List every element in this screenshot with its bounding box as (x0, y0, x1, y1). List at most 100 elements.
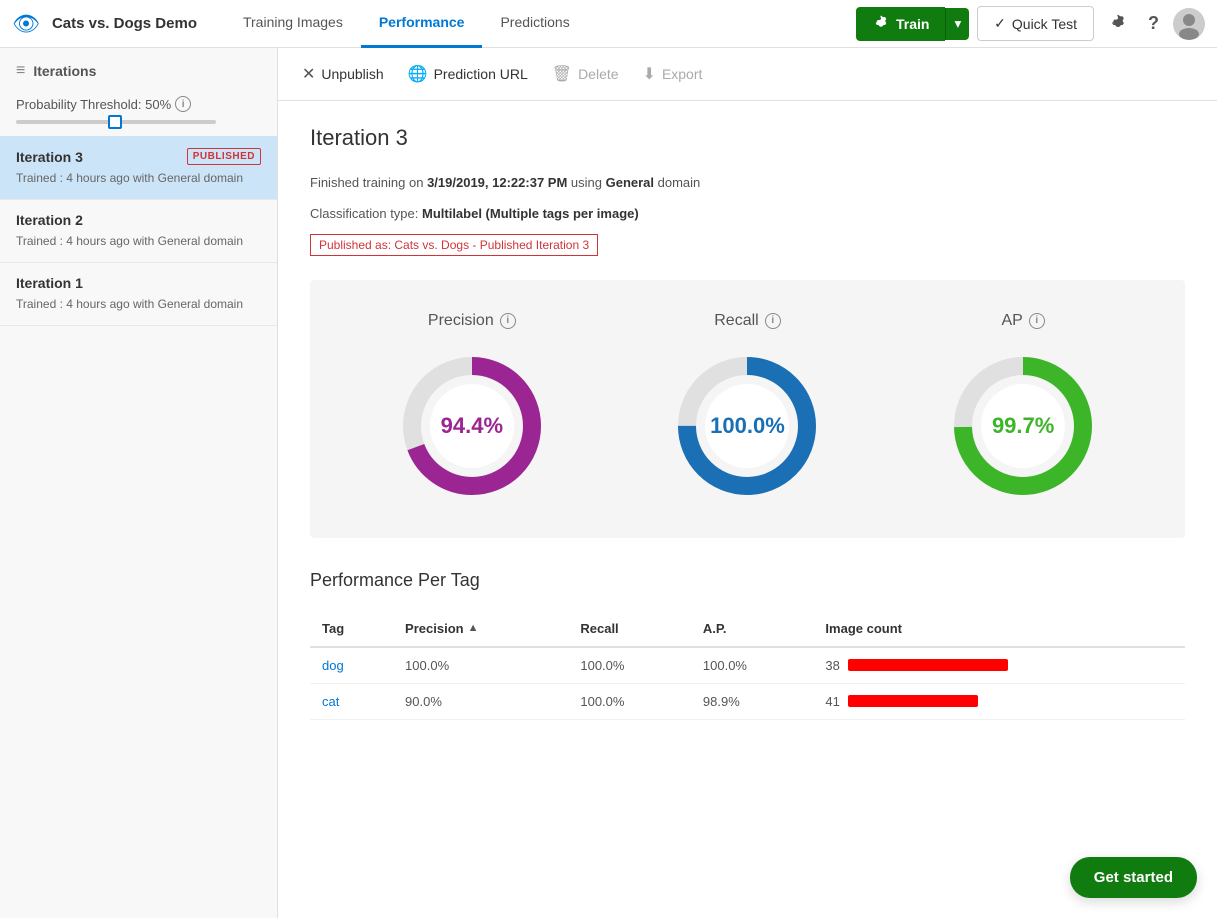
recall-info-icon[interactable]: i (765, 313, 781, 329)
tag-cell: cat (310, 683, 393, 719)
content-toolbar: ✕ Unpublish 🌐 Prediction URL 🗑 Delete ⬇ … (278, 48, 1217, 101)
precision-donut: 94.4% (392, 346, 552, 506)
col-tag: Tag (310, 611, 393, 647)
settings-button[interactable] (1102, 8, 1134, 40)
quick-test-button[interactable]: ✓ Quick Test (977, 6, 1094, 41)
probability-label: Probability Threshold: 50% i (16, 96, 261, 112)
prediction-url-button[interactable]: 🌐 Prediction URL (408, 60, 528, 88)
precision-value: 94.4% (441, 413, 503, 439)
iteration-1-info: Trained : 4 hours ago with General domai… (16, 295, 261, 313)
col-ap: A.P. (691, 611, 814, 647)
help-button[interactable]: ? (1142, 7, 1165, 40)
metrics-card: Precision i 94.4% (310, 280, 1185, 538)
export-button[interactable]: ⬇ Export (643, 60, 703, 88)
precision-cell: 100.0% (393, 647, 568, 684)
probability-info-icon[interactable]: i (175, 96, 191, 112)
gear-icon (872, 15, 890, 33)
performance-per-tag-title: Performance Per Tag (310, 570, 1185, 591)
ap-info-icon[interactable]: i (1029, 313, 1045, 329)
x-icon: ✕ (302, 64, 315, 84)
bar-chart (848, 659, 1008, 671)
recall-value: 100.0% (710, 413, 785, 439)
tag-link[interactable]: cat (322, 694, 339, 709)
recall-cell: 100.0% (568, 647, 691, 684)
help-icon: ? (1148, 13, 1159, 34)
iteration-3-header: Iteration 3 PUBLISHED (16, 148, 261, 165)
recall-label: Recall i (714, 312, 780, 330)
app-title: Cats vs. Dogs Demo (52, 15, 197, 32)
recall-cell: 100.0% (568, 683, 691, 719)
col-recall: Recall (568, 611, 691, 647)
main-layout: ≡ Iterations Probability Threshold: 50% … (0, 48, 1217, 918)
ap-metric: AP i 99.7% (943, 312, 1103, 506)
header-actions: Train ▾ ✓ Quick Test ? (856, 6, 1205, 41)
tab-performance[interactable]: Performance (361, 0, 483, 48)
image-count-cell: 41 (813, 683, 1185, 719)
recall-metric: Recall i 100.0% (667, 312, 827, 506)
col-precision[interactable]: Precision ▲ (393, 611, 568, 647)
layers-icon: ≡ (16, 62, 25, 80)
iteration-3-name: Iteration 3 (16, 149, 83, 165)
delete-label: Delete (578, 66, 618, 82)
published-info-text: Published as: Cats vs. Dogs - Published … (310, 234, 598, 256)
export-label: Export (662, 66, 702, 82)
globe-icon: 🌐 (408, 64, 428, 84)
sidebar-item-iteration-1[interactable]: Iteration 1 Trained : 4 hours ago with G… (0, 263, 277, 326)
sort-arrow-icon: ▲ (468, 622, 479, 634)
precision-info-icon[interactable]: i (500, 313, 516, 329)
table-row: cat 90.0% 100.0% 98.9% 41 (310, 683, 1185, 719)
sidebar-item-iteration-3[interactable]: Iteration 3 PUBLISHED Trained : 4 hours … (0, 136, 277, 200)
user-avatar-icon (1173, 8, 1205, 40)
tab-predictions[interactable]: Predictions (482, 0, 587, 48)
iteration-1-name: Iteration 1 (16, 275, 83, 291)
main-nav: Training Images Performance Predictions (225, 0, 588, 48)
tag-cell: dog (310, 647, 393, 684)
bar-cell: 38 (825, 658, 1173, 673)
trash-icon: 🗑 (552, 64, 572, 84)
published-badge: PUBLISHED (187, 148, 261, 165)
precision-metric: Precision i 94.4% (392, 312, 552, 506)
precision-label: Precision i (428, 312, 516, 330)
sidebar: ≡ Iterations Probability Threshold: 50% … (0, 48, 278, 918)
app-logo-icon: 👁 (12, 11, 40, 37)
quick-test-label: Quick Test (1012, 16, 1077, 32)
unpublish-button[interactable]: ✕ Unpublish (302, 60, 384, 88)
unpublish-label: Unpublish (321, 66, 383, 82)
ap-donut: 99.7% (943, 346, 1103, 506)
tab-training-images[interactable]: Training Images (225, 0, 361, 48)
tag-link[interactable]: dog (322, 658, 344, 673)
iteration-2-name: Iteration 2 (16, 212, 83, 228)
iteration-meta-line2: Classification type: Multilabel (Multipl… (310, 202, 1185, 225)
train-label: Train (896, 16, 929, 32)
ap-label: AP i (1001, 312, 1044, 330)
iteration-3-info: Trained : 4 hours ago with General domai… (16, 169, 261, 187)
train-button[interactable]: Train (856, 7, 945, 41)
image-count-value: 38 (825, 658, 839, 673)
slider-thumb[interactable] (108, 115, 122, 129)
avatar[interactable] (1173, 8, 1205, 40)
iteration-1-header: Iteration 1 (16, 275, 261, 291)
image-count-cell: 38 (813, 647, 1185, 684)
checkmark-icon: ✓ (994, 15, 1006, 32)
delete-button[interactable]: 🗑 Delete (552, 60, 619, 88)
precision-cell: 90.0% (393, 683, 568, 719)
header: 👁 Cats vs. Dogs Demo Training Images Per… (0, 0, 1217, 48)
probability-section: Probability Threshold: 50% i (0, 88, 277, 136)
bar-cell: 41 (825, 694, 1173, 709)
iterations-label: Iterations (33, 63, 96, 79)
sidebar-item-iteration-2[interactable]: Iteration 2 Trained : 4 hours ago with G… (0, 200, 277, 263)
prediction-url-label: Prediction URL (434, 66, 528, 82)
image-count-value: 41 (825, 694, 839, 709)
iteration-2-header: Iteration 2 (16, 212, 261, 228)
ap-cell: 98.9% (691, 683, 814, 719)
table-row: dog 100.0% 100.0% 100.0% 38 (310, 647, 1185, 684)
content-area: ✕ Unpublish 🌐 Prediction URL 🗑 Delete ⬇ … (278, 48, 1217, 918)
iteration-2-info: Trained : 4 hours ago with General domai… (16, 232, 261, 250)
recall-donut: 100.0% (667, 346, 827, 506)
train-dropdown-button[interactable]: ▾ (945, 8, 969, 40)
get-started-button[interactable]: Get started (1070, 857, 1197, 898)
performance-table: Tag Precision ▲ Recall A.P. (310, 611, 1185, 720)
ap-cell: 100.0% (691, 647, 814, 684)
bar-chart (848, 695, 978, 707)
chevron-down-icon: ▾ (954, 16, 961, 31)
